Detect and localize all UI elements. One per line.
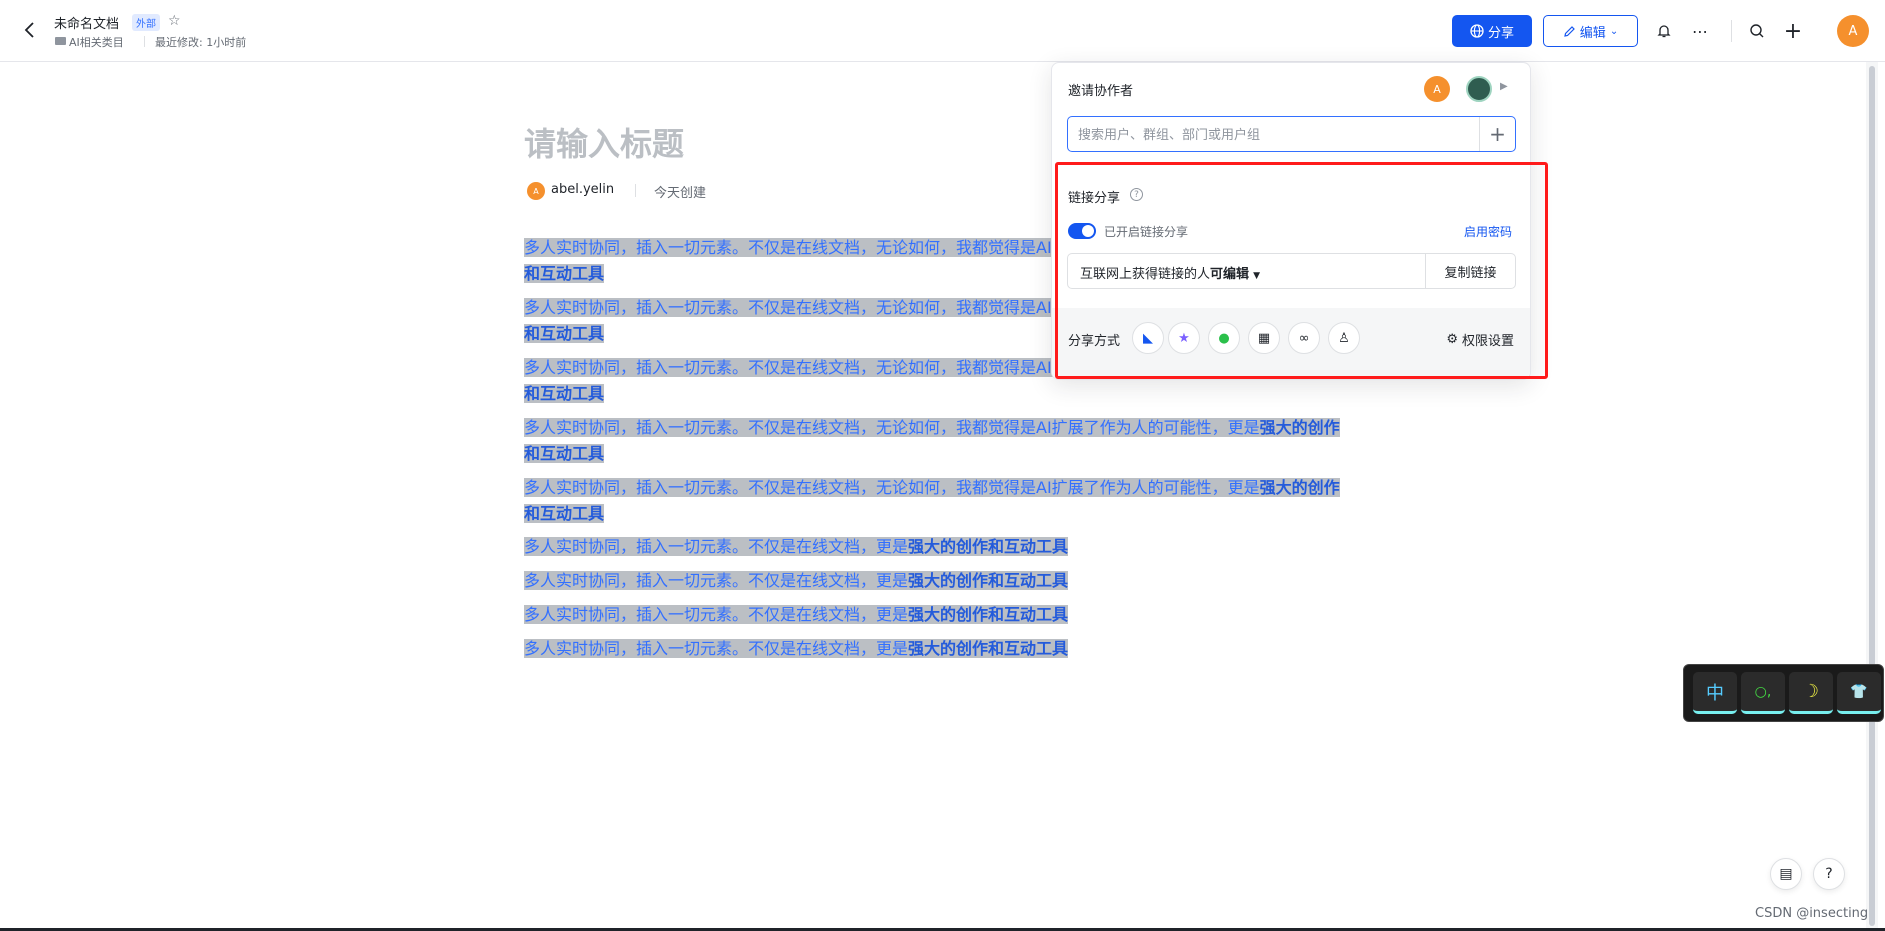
share-button[interactable]: 分享 bbox=[1452, 15, 1532, 47]
last-modified: 最近修改: 1小时前 bbox=[155, 36, 247, 49]
ime-chinese-key[interactable]: 中 bbox=[1693, 672, 1737, 714]
collaborator-avatar[interactable] bbox=[1466, 76, 1492, 102]
paragraph-text: 多人实时协同，插入一切元素。不仅是在线文档，更是 bbox=[524, 571, 909, 590]
share-button-label: 分享 bbox=[1487, 25, 1514, 41]
skin-icon[interactable]: 👕 bbox=[1837, 672, 1881, 714]
divider bbox=[144, 36, 145, 47]
created-time: 今天创建 bbox=[654, 186, 707, 201]
edit-button-label: 编辑 bbox=[1579, 25, 1606, 41]
author-avatar: A bbox=[527, 182, 545, 200]
add-collaborator-button[interactable]: + bbox=[1479, 117, 1515, 151]
pencil-icon bbox=[1564, 25, 1575, 37]
invite-search-box: + bbox=[1067, 116, 1516, 152]
chevron-down-icon: ⌄ bbox=[1609, 25, 1619, 37]
globe-icon bbox=[1470, 24, 1484, 38]
highlight-box bbox=[1055, 162, 1548, 379]
ime-punctuation-key[interactable]: ○, bbox=[1741, 672, 1785, 714]
scrollbar-thumb[interactable] bbox=[1869, 66, 1875, 926]
plus-icon[interactable]: + bbox=[1782, 19, 1804, 44]
paragraph-text: 多人实时协同，插入一切元素。不仅是在线文档，更是 bbox=[524, 639, 909, 658]
divider bbox=[635, 184, 636, 197]
divider bbox=[1731, 20, 1732, 42]
ime-toolbar: 中 ○, ☽ 👕 bbox=[1683, 664, 1884, 722]
user-avatar[interactable]: A bbox=[1837, 15, 1869, 47]
paragraph[interactable]: 多人实时协同，插入一切元素。不仅是在线文档，更是强大的创作和互动工具 bbox=[524, 636, 1344, 662]
paragraph[interactable]: 多人实时协同，插入一切元素。不仅是在线文档，无论如何，我都觉得是AI扩展了作为人… bbox=[524, 475, 1344, 527]
collaborator-avatar[interactable]: A bbox=[1424, 76, 1450, 102]
paragraph[interactable]: 多人实时协同，插入一切元素。不仅是在线文档，无论如何，我都觉得是AI扩展了作为人… bbox=[524, 415, 1344, 467]
external-tag: 外部 bbox=[132, 14, 160, 31]
paragraph-bold: 强大的创作和互动工具 bbox=[908, 571, 1069, 590]
moon-icon[interactable]: ☽ bbox=[1789, 672, 1833, 714]
document-title[interactable]: 未命名文档 bbox=[54, 13, 119, 32]
paragraph[interactable]: 多人实时协同，插入一切元素。不仅是在线文档，更是强大的创作和互动工具 bbox=[524, 534, 1344, 560]
breadcrumb[interactable]: AI相关类目 bbox=[69, 34, 124, 50]
paragraph[interactable]: 多人实时协同，插入一切元素。不仅是在线文档，更是强大的创作和互动工具 bbox=[524, 602, 1344, 628]
invite-label: 邀请协作者 bbox=[1068, 84, 1134, 99]
paragraph-text: 多人实时协同，插入一切元素。不仅是在线文档，更是 bbox=[524, 537, 909, 556]
edit-button[interactable]: 编辑 ⌄ bbox=[1543, 15, 1638, 47]
caret-right-icon[interactable]: ▶ bbox=[1500, 81, 1508, 92]
star-icon[interactable]: ☆ bbox=[168, 13, 181, 29]
author-name[interactable]: abel.yelin bbox=[551, 182, 614, 197]
back-arrow-icon[interactable] bbox=[20, 20, 40, 40]
watermark: CSDN @insecting bbox=[1755, 906, 1869, 921]
title-placeholder[interactable]: 请输入标题 bbox=[524, 119, 684, 165]
folder-icon bbox=[55, 37, 66, 45]
paragraph-text: 多人实时协同，插入一切元素。不仅是在线文档，无论如何，我都觉得是AI扩展了作为人… bbox=[524, 478, 1260, 497]
paragraph[interactable]: 多人实时协同，插入一切元素。不仅是在线文档，更是强大的创作和互动工具 bbox=[524, 568, 1344, 594]
paragraph-text: 多人实时协同，插入一切元素。不仅是在线文档，无论如何，我都觉得是AI扩展了作为人… bbox=[524, 418, 1260, 437]
help-icon[interactable]: ? bbox=[1813, 858, 1845, 890]
invite-search-input[interactable] bbox=[1078, 125, 1468, 145]
top-bar: 未命名文档 外部 ☆ AI相关类目 最近修改: 1小时前 分享 编辑 ⌄ ⋯ +… bbox=[0, 0, 1885, 62]
more-icon[interactable]: ⋯ bbox=[1689, 20, 1711, 42]
paragraph-bold: 强大的创作和互动工具 bbox=[908, 605, 1069, 624]
bell-icon[interactable] bbox=[1653, 20, 1675, 42]
paragraph-bold: 强大的创作和互动工具 bbox=[908, 537, 1069, 556]
outline-icon[interactable]: ▤ bbox=[1770, 858, 1802, 890]
search-icon[interactable] bbox=[1746, 20, 1768, 42]
paragraph-text: 多人实时协同，插入一切元素。不仅是在线文档，更是 bbox=[524, 605, 909, 624]
paragraph-bold: 强大的创作和互动工具 bbox=[908, 639, 1069, 658]
